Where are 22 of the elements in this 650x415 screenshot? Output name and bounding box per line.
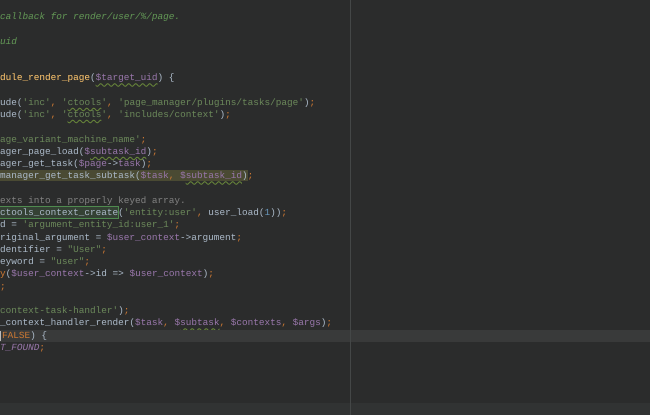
- code-line: FALSE) {: [2, 330, 48, 342]
- code-line: dentifier = "User";: [0, 244, 107, 256]
- text-cursor: [0, 330, 1, 340]
- code-line: context-task-handler');: [0, 305, 130, 318]
- code-line: riginal_argument = $user_context->argument;: [0, 232, 242, 244]
- code-line: T_FOUND;: [0, 342, 46, 354]
- code-line: ude('inc', 'ctools', 'includes/context');: [0, 109, 231, 122]
- code-line: uid: [0, 36, 17, 48]
- code-line: callback for render/user/%/page.: [0, 11, 180, 24]
- code-line: y($user_context->id => $user_context);: [0, 268, 214, 280]
- code-line: d = 'argument_entity_id:user_1';: [0, 219, 180, 232]
- code-line: ;: [0, 280, 6, 293]
- code-line: ager_get_task($page->task);: [0, 158, 152, 170]
- code-line: exts into a properly keyed array.: [0, 194, 186, 207]
- code-line: age_variant_machine_name';: [0, 134, 146, 146]
- code-line: ager_page_load($subtask_id);: [0, 146, 158, 158]
- code-line: ude('inc', 'ctools', 'page_manager/plugins/tasks/page');: [0, 96, 316, 109]
- code-line: dule_render_page($target_uid) {: [0, 72, 174, 84]
- code-line: manager_get_task_subtask($task, $subtask_id);: [0, 170, 254, 182]
- code-line: eyword = "user";: [0, 256, 90, 268]
- code-line: ctools_context_create('entity:user', user_load(1));: [0, 207, 288, 220]
- code-line: _context_handler_render($task, $subtask, $contexts, $args);: [0, 317, 332, 330]
